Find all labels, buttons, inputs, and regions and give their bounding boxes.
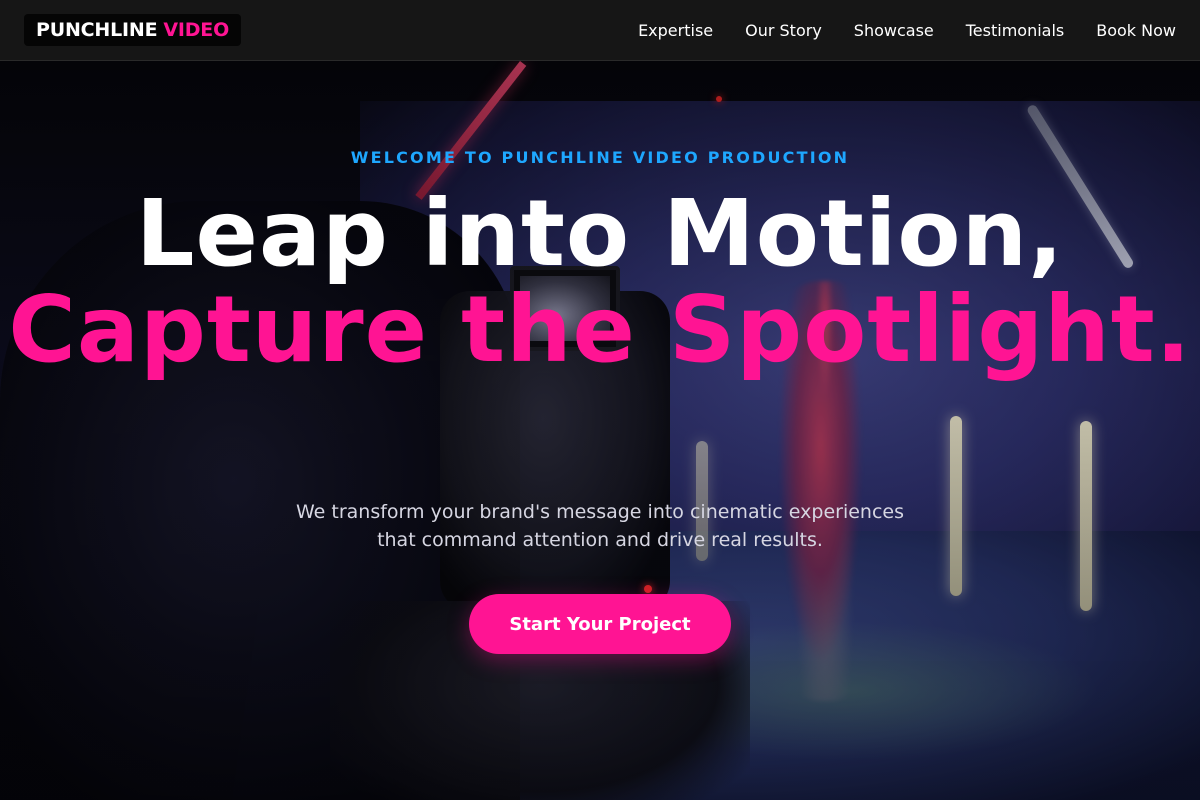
hero-headline: Leap into Motion, Capture the Spotlight. (0, 186, 1200, 378)
headline-line-2: Capture the Spotlight. (8, 276, 1192, 383)
nav-link-expertise[interactable]: Expertise (638, 21, 713, 40)
nav-link-our-story[interactable]: Our Story (745, 21, 822, 40)
hero-content: WELCOME TO PUNCHLINE VIDEO PRODUCTION Le… (0, 61, 1200, 800)
headline-line-1: Leap into Motion, (135, 180, 1065, 287)
hero-subtext: We transform your brand's message into c… (295, 501, 905, 551)
nav-link-book-now[interactable]: Book Now (1096, 21, 1176, 40)
nav-link-showcase[interactable]: Showcase (854, 21, 934, 40)
site-header: PUNCHLINE VIDEO Expertise Our Story Show… (0, 0, 1200, 61)
start-project-button[interactable]: Start Your Project (469, 594, 731, 654)
brand-name-part2: VIDEO (163, 19, 230, 41)
nav-link-testimonials[interactable]: Testimonials (966, 21, 1065, 40)
hero-section: WELCOME TO PUNCHLINE VIDEO PRODUCTION Le… (0, 61, 1200, 800)
hero-eyebrow: WELCOME TO PUNCHLINE VIDEO PRODUCTION (350, 148, 850, 167)
main-nav: Expertise Our Story Showcase Testimonial… (606, 0, 1176, 60)
brand-name-part1: PUNCHLINE (36, 19, 158, 41)
brand-logo[interactable]: PUNCHLINE VIDEO (24, 14, 242, 46)
